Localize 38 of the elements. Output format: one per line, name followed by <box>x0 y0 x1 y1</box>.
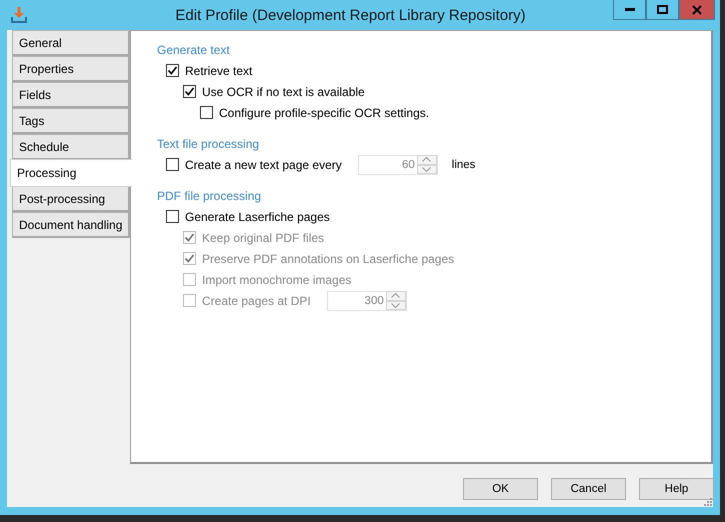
unit-label: lines <box>452 158 476 170</box>
maximize-button[interactable] <box>646 0 679 20</box>
checkbox-label: Create a new text page every <box>185 158 342 172</box>
checkbox-label: Preserve PDF annotations on Laserfiche pages <box>202 252 454 266</box>
close-icon <box>692 4 702 14</box>
checkbox-label: Use OCR if no text is available <box>202 84 365 98</box>
tab[interactable]: Document handling <box>12 212 130 238</box>
dialog-button[interactable]: Help <box>639 478 714 500</box>
checkbox[interactable] <box>200 106 213 119</box>
checkbox[interactable] <box>183 85 196 98</box>
minimize-icon <box>624 8 634 12</box>
dialog-button[interactable]: Cancel <box>551 478 626 500</box>
checkbox-label: Retrieve text <box>185 64 252 78</box>
tab[interactable]: Properties <box>12 56 130 82</box>
checkbox-label: Create pages at DPI <box>202 294 311 308</box>
maximize-icon <box>657 5 668 14</box>
checkbox-label: Keep original PDF files <box>202 230 324 244</box>
window-title: Edit Profile (Development Report Library Repository) <box>174 6 527 24</box>
dialog-button[interactable]: OK <box>463 478 538 500</box>
section-heading: Text file processing <box>157 137 260 153</box>
tab[interactable]: Schedule <box>12 134 130 160</box>
checkbox[interactable] <box>166 210 179 223</box>
tab[interactable]: General <box>12 30 130 56</box>
download-icon <box>10 6 28 24</box>
checkbox-label: Configure profile-specific OCR settings. <box>219 106 430 120</box>
section-heading: Generate text <box>157 43 231 59</box>
tab[interactable]: Post-processing <box>12 186 130 212</box>
checkbox[interactable] <box>166 158 179 171</box>
tab[interactable]: Processing <box>10 159 132 187</box>
checkbox[interactable] <box>166 64 179 77</box>
tab[interactable]: Tags <box>12 108 130 134</box>
resize-grip-icon[interactable] <box>703 497 712 506</box>
checkbox-label: Import monochrome images <box>202 272 352 286</box>
close-button[interactable] <box>679 0 715 20</box>
checkbox-label: Generate Laserfiche pages <box>185 210 330 224</box>
tab[interactable]: Fields <box>12 82 130 108</box>
section-heading: PDF file processing <box>157 189 262 205</box>
minimize-button[interactable] <box>613 0 646 20</box>
